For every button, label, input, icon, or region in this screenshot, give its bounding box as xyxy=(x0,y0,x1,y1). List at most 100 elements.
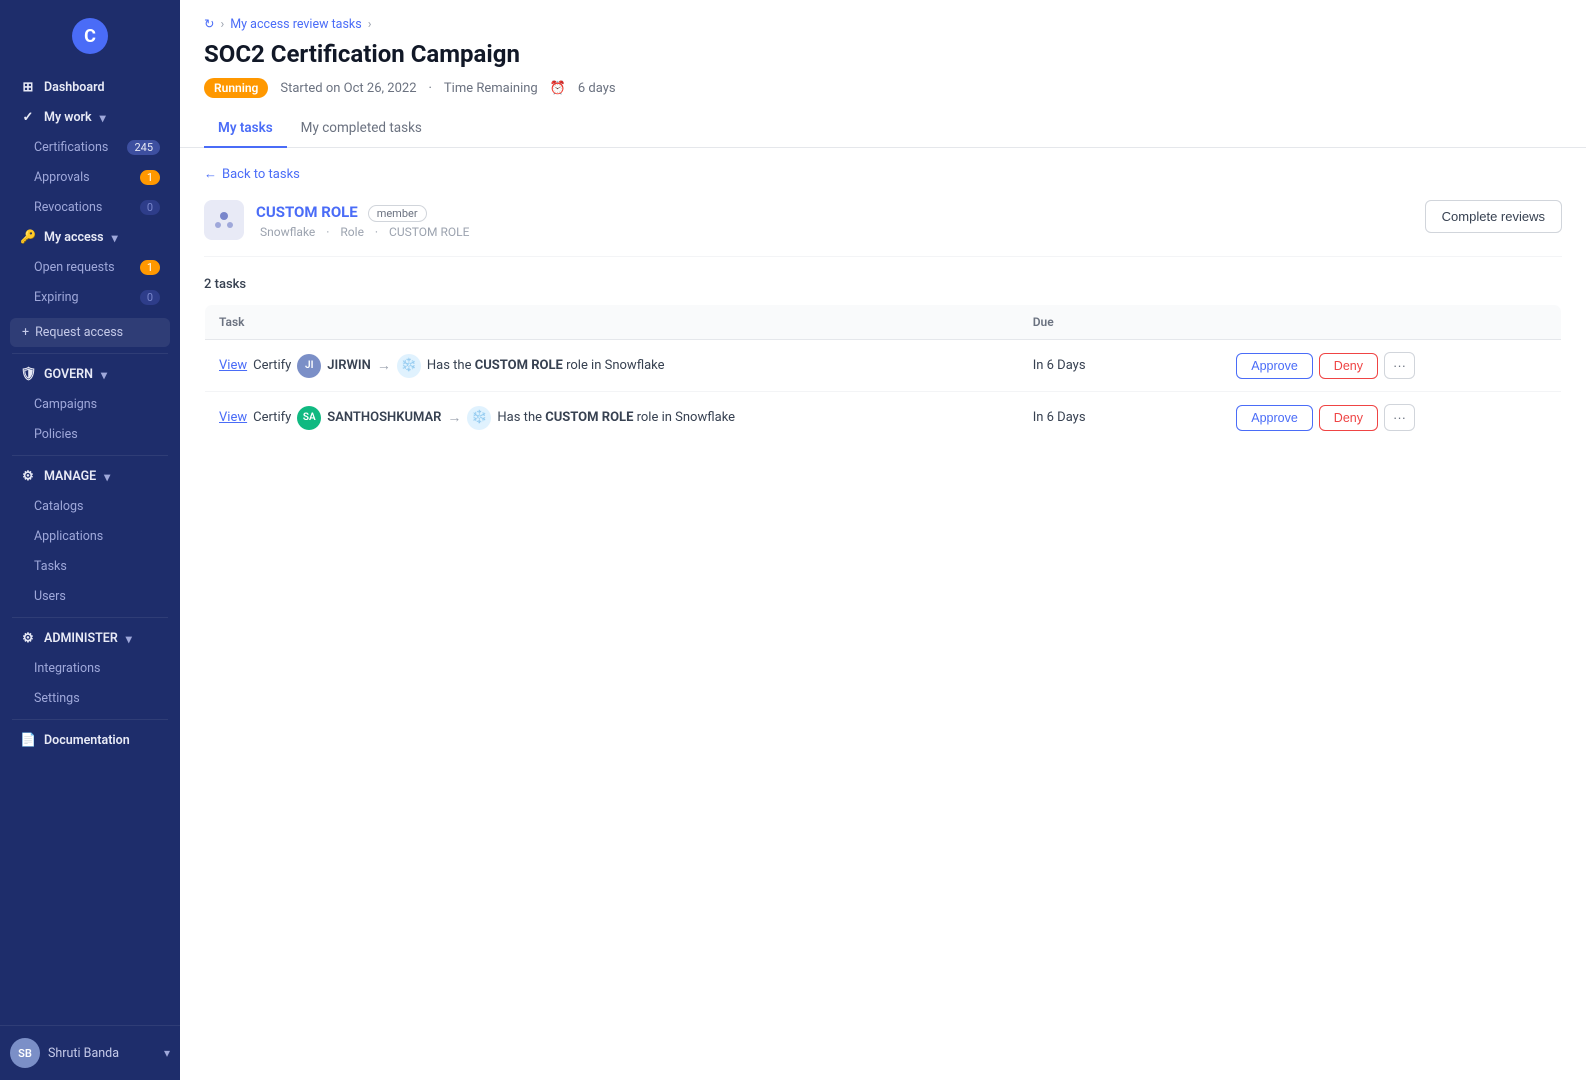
tasks-table: Task Due View Certify JI JIRWIN xyxy=(204,304,1562,444)
col-actions xyxy=(1222,305,1561,340)
expiring-badge: 0 xyxy=(140,290,160,305)
role-name[interactable]: CUSTOM ROLE xyxy=(256,203,358,221)
logo: C xyxy=(0,0,180,68)
sidebar-item-dashboard[interactable]: ⊞ Dashboard xyxy=(6,73,174,102)
request-access-button[interactable]: + Request access xyxy=(10,318,170,347)
breadcrumb-my-access[interactable]: My access review tasks xyxy=(230,17,361,32)
task-cell-1: View Certify JI JIRWIN → ❄️ Has the CUST… xyxy=(205,340,1019,392)
refresh-icon[interactable]: ↻ xyxy=(204,16,214,32)
back-to-tasks-link[interactable]: ← Back to tasks xyxy=(204,166,1562,182)
role-icon xyxy=(204,200,244,240)
approve-button-1[interactable]: Approve xyxy=(1236,353,1313,379)
nav-section-main: ⊞ Dashboard ✓ My work ▾ Certifications 2… xyxy=(0,68,180,760)
sidebar-item-catalogs[interactable]: Catalogs xyxy=(6,492,174,521)
dashboard-icon: ⊞ xyxy=(20,80,36,95)
sidebar-label: Integrations xyxy=(34,661,100,676)
sidebar-item-my-work[interactable]: ✓ My work ▾ xyxy=(6,103,174,132)
action-buttons-2: Approve Deny ··· xyxy=(1236,404,1547,431)
breadcrumb-sep: › xyxy=(220,17,224,32)
user-avatar-2: SA xyxy=(297,406,321,430)
logo-icon: C xyxy=(72,18,108,54)
chevron-down-icon: ▾ xyxy=(126,632,132,646)
sidebar-item-documentation[interactable]: 📄 Documentation xyxy=(6,726,174,755)
sidebar-item-users[interactable]: Users xyxy=(6,582,174,611)
view-link-1[interactable]: View xyxy=(219,358,247,373)
breadcrumb-sep2: › xyxy=(368,17,372,32)
tasks-count: 2 tasks xyxy=(204,277,1562,292)
table-row: View Certify JI JIRWIN → ❄️ Has the CUST… xyxy=(205,340,1562,392)
started-label: Started on Oct 26, 2022 xyxy=(280,81,416,96)
more-button-2[interactable]: ··· xyxy=(1384,404,1415,431)
main-content: ↻ › My access review tasks › SOC2 Certif… xyxy=(180,0,1586,1080)
sidebar-item-settings[interactable]: Settings xyxy=(6,684,174,713)
complete-reviews-button[interactable]: Complete reviews xyxy=(1425,200,1562,233)
sidebar-item-open-requests[interactable]: Open requests 1 xyxy=(6,253,174,282)
sidebar-label: Catalogs xyxy=(34,499,83,514)
role-path: Snowflake · Role · CUSTOM ROLE xyxy=(256,225,473,239)
time-remaining-value: 6 days xyxy=(578,81,616,96)
action-buttons-1: Approve Deny ··· xyxy=(1236,352,1547,379)
user-footer[interactable]: SB Shruti Banda ▾ xyxy=(0,1025,180,1080)
sidebar-item-govern[interactable]: 🛡 GOVERN ▾ xyxy=(6,360,174,389)
manage-icon: ⚙ xyxy=(20,469,36,484)
approvals-badge: 1 xyxy=(140,170,160,185)
tab-my-tasks[interactable]: My tasks xyxy=(204,110,287,148)
path-sep2: · xyxy=(375,225,378,239)
task-content-2: View Certify SA SANTHOSHKUMAR → ❄️ Has t… xyxy=(219,406,1005,430)
sidebar-item-revocations[interactable]: Revocations 0 xyxy=(6,193,174,222)
sidebar-label: Certifications xyxy=(34,140,108,155)
avatar: SB xyxy=(10,1038,40,1068)
username-2: SANTHOSHKUMAR xyxy=(327,410,441,425)
sidebar-label: Campaigns xyxy=(34,397,97,412)
chevron-down-icon: ▾ xyxy=(112,231,118,245)
myaccess-icon: 🔑 xyxy=(20,230,36,245)
view-link-2[interactable]: View xyxy=(219,410,247,425)
more-button-1[interactable]: ··· xyxy=(1384,352,1415,379)
sidebar-item-campaigns[interactable]: Campaigns xyxy=(6,390,174,419)
sidebar-item-policies[interactable]: Policies xyxy=(6,420,174,449)
sidebar-item-certifications[interactable]: Certifications 245 xyxy=(6,133,174,162)
sidebar-item-label: My access xyxy=(44,230,104,245)
role-name-row: CUSTOM ROLE member xyxy=(256,202,473,222)
mywork-icon: ✓ xyxy=(20,110,36,125)
due-cell-1: In 6 Days xyxy=(1019,340,1223,392)
sidebar: C ⊞ Dashboard ✓ My work ▾ Certifications… xyxy=(0,0,180,1080)
sidebar-label: Revocations xyxy=(34,200,102,215)
clock-icon: ⏰ xyxy=(550,81,566,96)
chevron-down-icon: ▾ xyxy=(104,470,110,484)
deny-button-1[interactable]: Deny xyxy=(1319,353,1378,379)
sidebar-item-expiring[interactable]: Expiring 0 xyxy=(6,283,174,312)
sidebar-label: Expiring xyxy=(34,290,79,305)
sidebar-item-applications[interactable]: Applications xyxy=(6,522,174,551)
role-details: CUSTOM ROLE member Snowflake · Role · CU… xyxy=(256,202,473,239)
sidebar-label: Users xyxy=(34,589,66,604)
arrow-icon-2: → xyxy=(447,409,461,426)
role-header: CUSTOM ROLE member Snowflake · Role · CU… xyxy=(204,200,1562,257)
sidebar-item-tasks[interactable]: Tasks xyxy=(6,552,174,581)
tab-completed-tasks[interactable]: My completed tasks xyxy=(287,110,436,148)
meta-sep: · xyxy=(429,81,432,96)
snowflake-icon-2: ❄️ xyxy=(467,406,491,430)
sidebar-item-manage[interactable]: ⚙ MANAGE ▾ xyxy=(6,462,174,491)
col-due: Due xyxy=(1019,305,1223,340)
certifications-badge: 245 xyxy=(127,140,160,155)
approve-button-2[interactable]: Approve xyxy=(1236,405,1313,431)
task-description-1: Has the CUSTOM ROLE role in Snowflake xyxy=(427,358,665,373)
plus-icon: + xyxy=(22,325,29,340)
sidebar-item-administer[interactable]: ⚙ ADMINISTER ▾ xyxy=(6,624,174,653)
sidebar-item-my-access[interactable]: 🔑 My access ▾ xyxy=(6,223,174,252)
sidebar-item-integrations[interactable]: Integrations xyxy=(6,654,174,683)
sidebar-item-label: GOVERN xyxy=(44,367,93,382)
user-avatar-1: JI xyxy=(297,354,321,378)
sidebar-label: Policies xyxy=(34,427,78,442)
sidebar-label: Approvals xyxy=(34,170,90,185)
actions-cell-1: Approve Deny ··· xyxy=(1222,340,1561,392)
chevron-down-icon: ▾ xyxy=(101,368,107,382)
time-remaining-label: Time Remaining xyxy=(444,81,538,96)
user-name: Shruti Banda xyxy=(48,1046,156,1061)
sidebar-item-label: MANAGE xyxy=(44,469,96,484)
tabs-bar: My tasks My completed tasks xyxy=(180,110,1586,148)
deny-button-2[interactable]: Deny xyxy=(1319,405,1378,431)
sidebar-item-approvals[interactable]: Approvals 1 xyxy=(6,163,174,192)
administer-icon: ⚙ xyxy=(20,631,36,646)
